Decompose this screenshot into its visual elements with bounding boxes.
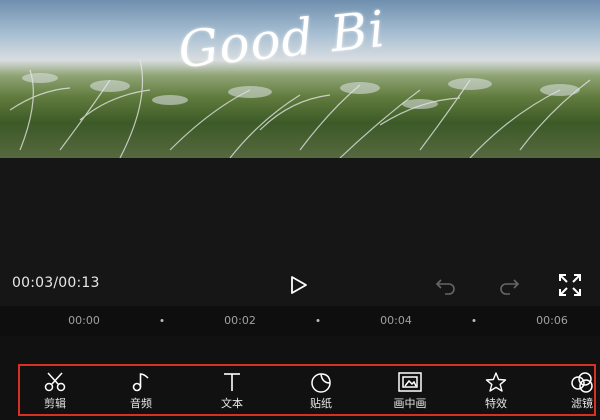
tool-label: 滤镜 xyxy=(571,397,593,410)
scissors-icon xyxy=(40,369,70,395)
tool-filter[interactable]: 滤镜 xyxy=(552,366,594,414)
timeline-tick: 00:04 xyxy=(380,314,412,327)
timeline-tick: 00:06 xyxy=(536,314,568,327)
timeline-dot xyxy=(160,319,164,322)
tool-label: 文本 xyxy=(221,397,243,410)
tool-label: 贴纸 xyxy=(310,397,332,410)
playback-bar: 00:03/00:13 xyxy=(0,264,600,306)
effects-star-icon xyxy=(481,369,511,395)
tool-audio[interactable]: 音频 xyxy=(111,366,171,414)
undo-button[interactable] xyxy=(431,270,461,300)
timeline-tick: 00:02 xyxy=(224,314,256,327)
tool-sticker[interactable]: 贴纸 xyxy=(291,366,351,414)
tool-cut[interactable]: 剪辑 xyxy=(25,366,85,414)
tool-label: 画中画 xyxy=(393,397,427,410)
editing-toolbar: 剪辑 音频 文本 贴纸 画中画 特效 滤镜 xyxy=(18,364,596,416)
filter-icon xyxy=(567,369,594,395)
tool-label: 剪辑 xyxy=(44,397,66,410)
picture-in-picture-icon xyxy=(395,369,425,395)
timeline-tick: 00:00 xyxy=(68,314,100,327)
timeline-ruler[interactable]: 00:00 00:02 00:04 00:06 xyxy=(0,306,600,336)
redo-icon xyxy=(500,279,520,295)
tool-picture-in-picture[interactable]: 画中画 xyxy=(380,366,440,414)
sticker-icon xyxy=(306,369,336,395)
redo-button[interactable] xyxy=(494,270,524,300)
timeline-dot xyxy=(316,319,320,322)
video-preview[interactable]: Good Bi xyxy=(0,0,600,158)
time-display: 00:03/00:13 xyxy=(12,275,100,291)
tool-text[interactable]: 文本 xyxy=(202,366,262,414)
fullscreen-icon xyxy=(559,274,581,296)
play-icon xyxy=(291,276,307,294)
editor-canvas-area xyxy=(0,158,600,264)
tool-effects[interactable]: 特效 xyxy=(466,366,526,414)
play-button[interactable] xyxy=(283,270,313,300)
bottom-toolbar-area: 剪辑 音频 文本 贴纸 画中画 特效 滤镜 xyxy=(0,336,600,420)
timeline-dot xyxy=(472,319,476,322)
tool-label: 特效 xyxy=(485,397,507,410)
text-icon xyxy=(217,369,247,395)
fullscreen-button[interactable] xyxy=(555,270,585,300)
undo-icon xyxy=(435,279,455,295)
tool-label: 音频 xyxy=(130,397,152,410)
music-note-icon xyxy=(126,369,156,395)
